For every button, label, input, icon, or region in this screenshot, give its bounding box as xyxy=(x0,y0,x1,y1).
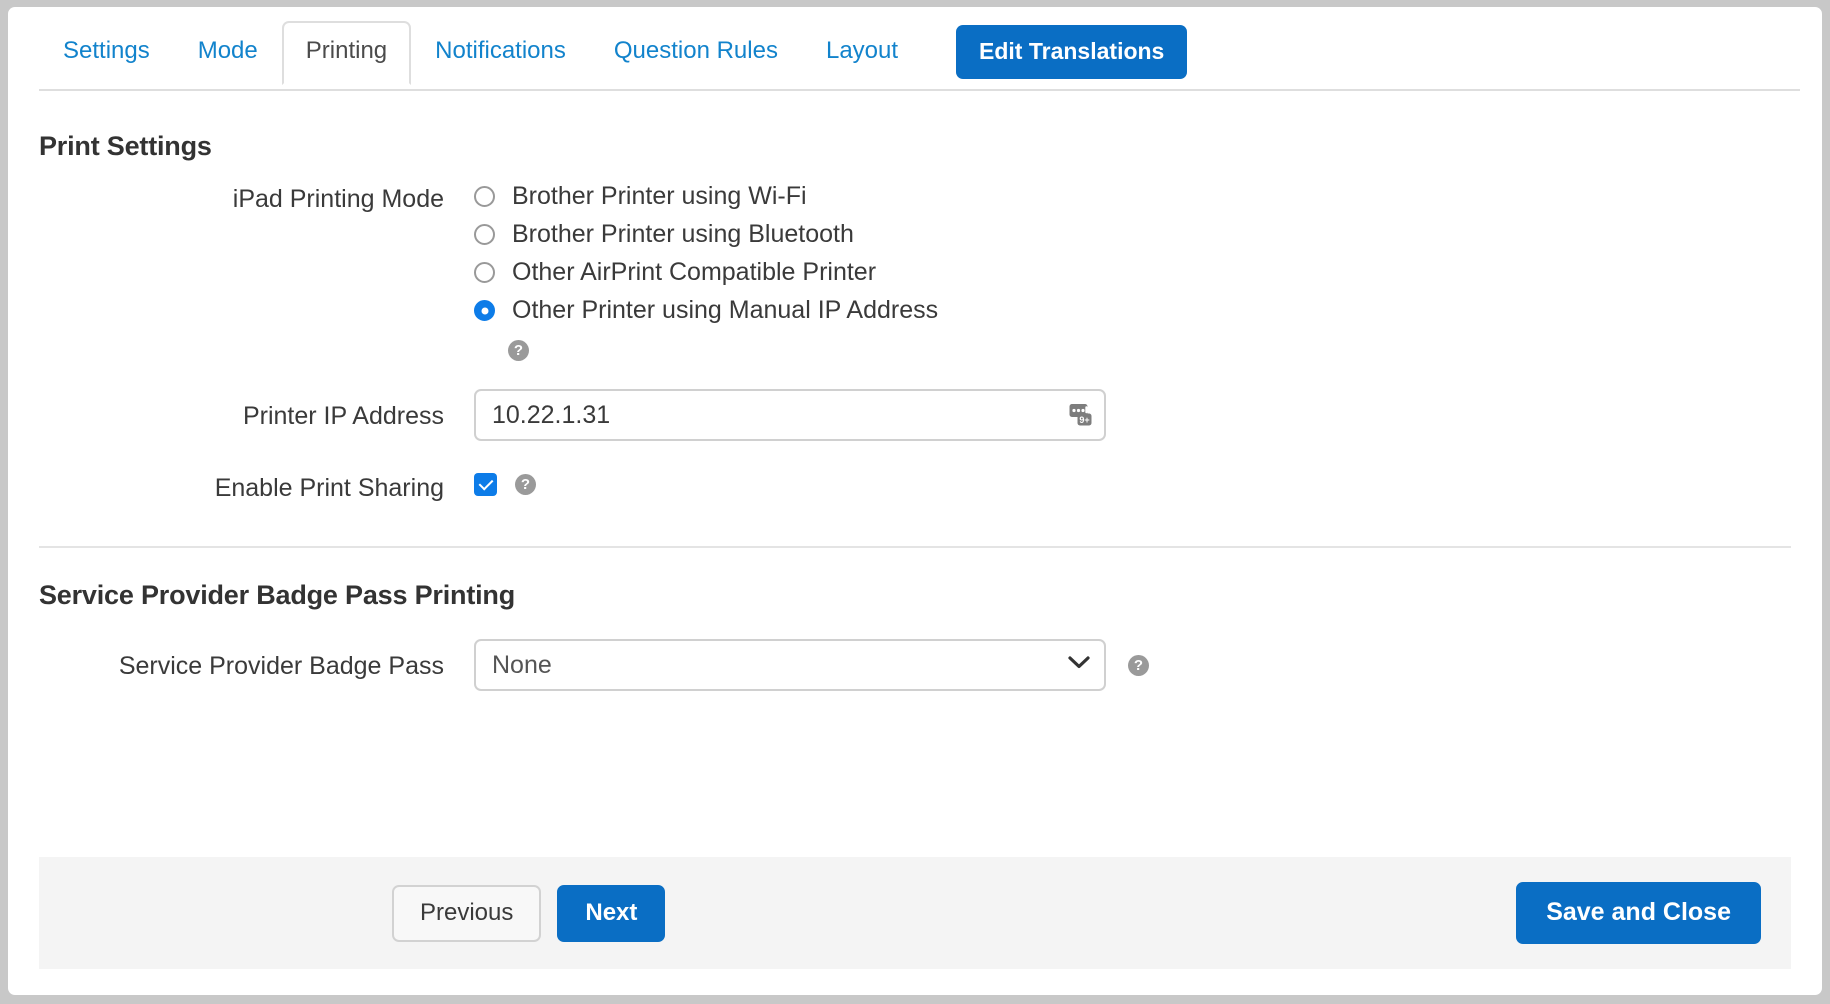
radio-other-airprint[interactable]: Other AirPrint Compatible Printer xyxy=(474,260,1791,285)
radio-label: Other Printer using Manual IP Address xyxy=(512,296,939,324)
badge-pass-select[interactable]: None xyxy=(474,639,1106,692)
next-button[interactable]: Next xyxy=(557,884,666,942)
settings-page: Settings Mode Printing Notifications Que… xyxy=(8,7,1822,995)
radio-mark-icon xyxy=(474,262,495,283)
ipad-printing-mode-label: iPad Printing Mode xyxy=(232,185,444,213)
print-sharing-label: Enable Print Sharing xyxy=(214,474,444,502)
tab-settings[interactable]: Settings xyxy=(39,21,174,83)
printer-ip-input[interactable] xyxy=(474,389,1106,441)
tab-bar: Settings Mode Printing Notifications Que… xyxy=(8,7,1822,91)
badge-pass-label: Service Provider Badge Pass xyxy=(118,652,444,681)
tab-question-rules[interactable]: Question Rules xyxy=(590,21,802,83)
ipad-printing-mode-radio-group: Brother Printer using Wi-Fi Brother Prin… xyxy=(474,184,1791,323)
badge-pass-selected-value: None xyxy=(492,650,552,679)
badge-pass-heading: Service Provider Badge Pass Printing xyxy=(39,580,515,611)
radio-mark-icon xyxy=(474,186,495,207)
page-content: Print Settings iPad Printing Mode Brothe… xyxy=(8,131,1822,692)
radio-label: Brother Printer using Bluetooth xyxy=(512,220,854,248)
footer-nav-buttons: Previous Next xyxy=(392,884,666,942)
radio-mark-icon xyxy=(474,224,495,245)
help-circle-icon[interactable]: ? xyxy=(515,474,536,495)
ipad-printing-mode-help-row: ? xyxy=(508,340,1791,361)
print-sharing-field: ? xyxy=(474,473,1791,496)
edit-translations-button[interactable]: Edit Translations xyxy=(956,25,1188,79)
printer-ip-row: Printer IP Address 9+ xyxy=(39,389,1791,441)
tab-mode[interactable]: Mode xyxy=(174,21,282,83)
previous-button[interactable]: Previous xyxy=(392,884,542,942)
printer-ip-label: Printer IP Address xyxy=(242,402,444,430)
badge-pass-field: None ? xyxy=(474,639,1791,692)
print-settings-heading: Print Settings xyxy=(39,131,212,161)
save-and-close-button[interactable]: Save and Close xyxy=(1516,882,1761,944)
footer-bar: Previous Next Save and Close xyxy=(39,857,1791,969)
printer-ip-input-wrap: 9+ xyxy=(474,389,1106,441)
tab-notifications[interactable]: Notifications xyxy=(411,21,590,83)
svg-text:9+: 9+ xyxy=(1079,415,1089,425)
tab-bar-divider xyxy=(39,89,1800,91)
tab-list: Settings Mode Printing Notifications Que… xyxy=(39,21,1188,85)
radio-label: Brother Printer using Wi-Fi xyxy=(512,182,807,210)
print-sharing-checkbox[interactable] xyxy=(474,473,497,496)
radio-other-manual-ip[interactable]: Other Printer using Manual IP Address xyxy=(474,298,1791,323)
radio-mark-icon xyxy=(474,300,495,321)
radio-brother-bluetooth[interactable]: Brother Printer using Bluetooth xyxy=(474,222,1791,247)
password-manager-icon[interactable]: 9+ xyxy=(1069,402,1095,428)
badge-pass-select-wrap: None xyxy=(474,639,1106,692)
ipad-printing-mode-row: iPad Printing Mode Brother Printer using… xyxy=(39,184,1791,361)
ipad-printing-mode-field: Brother Printer using Wi-Fi Brother Prin… xyxy=(474,184,1791,361)
tab-printing[interactable]: Printing xyxy=(281,21,412,85)
radio-brother-wifi[interactable]: Brother Printer using Wi-Fi xyxy=(474,184,1791,209)
help-circle-icon[interactable]: ? xyxy=(1128,654,1149,676)
tab-layout[interactable]: Layout xyxy=(802,21,922,83)
help-circle-icon[interactable]: ? xyxy=(508,340,529,361)
radio-label: Other AirPrint Compatible Printer xyxy=(512,258,877,286)
badge-pass-controls: None ? xyxy=(474,639,1791,692)
print-sharing-row: Enable Print Sharing ? xyxy=(39,473,1791,504)
footer-save-area: Save and Close xyxy=(1516,882,1761,944)
print-sharing-controls: ? xyxy=(474,473,1791,496)
printer-ip-field: 9+ xyxy=(474,389,1791,441)
section-divider xyxy=(39,546,1791,549)
badge-pass-row: Service Provider Badge Pass None ? xyxy=(39,639,1791,692)
